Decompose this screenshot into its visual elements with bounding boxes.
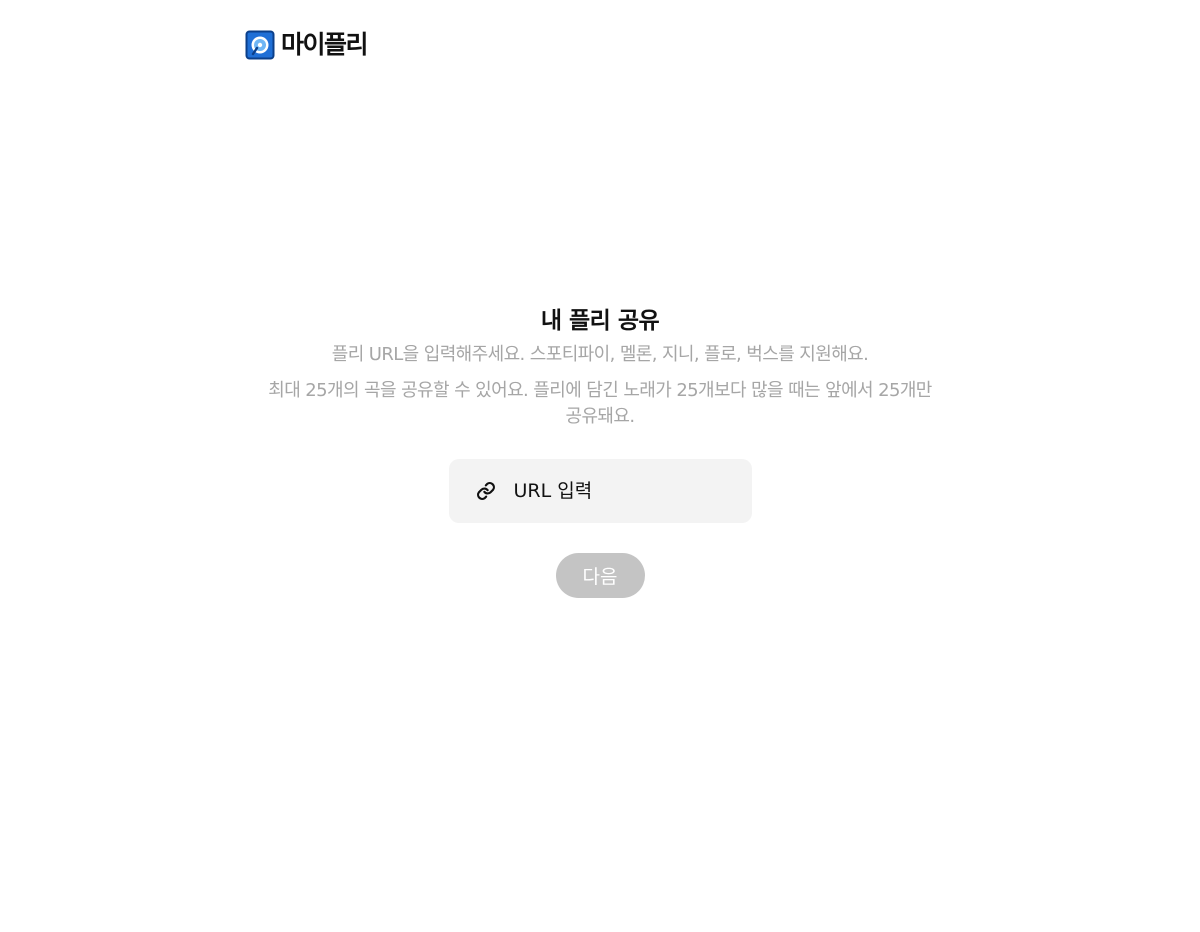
supported-services-text: 플리 URL을 입력해주세요. 스포티파이, 멜론, 지니, 플로, 벅스를 지…	[331, 344, 869, 365]
next-button[interactable]: 다음	[555, 553, 645, 598]
url-input[interactable]	[513, 480, 734, 502]
link-icon	[476, 482, 495, 500]
share-playlist-page: 마이플리 내 플리 공유 플리 URL을 입력해주세요. 스포티파이, 멜론, …	[0, 0, 1200, 932]
header-logo[interactable]: 마이플리	[245, 28, 369, 62]
page-title: 내 플리 공유	[540, 308, 660, 334]
playlist-disc-icon	[245, 30, 275, 60]
url-field[interactable]	[448, 459, 752, 523]
logo-text: 마이플리	[281, 30, 369, 59]
share-form: 내 플리 공유 플리 URL을 입력해주세요. 스포티파이, 멜론, 지니, 플…	[0, 300, 1200, 598]
song-limit-text: 최대 25개의 곡을 공유할 수 있어요. 플리에 담긴 노래가 25개보다 많…	[268, 380, 932, 427]
